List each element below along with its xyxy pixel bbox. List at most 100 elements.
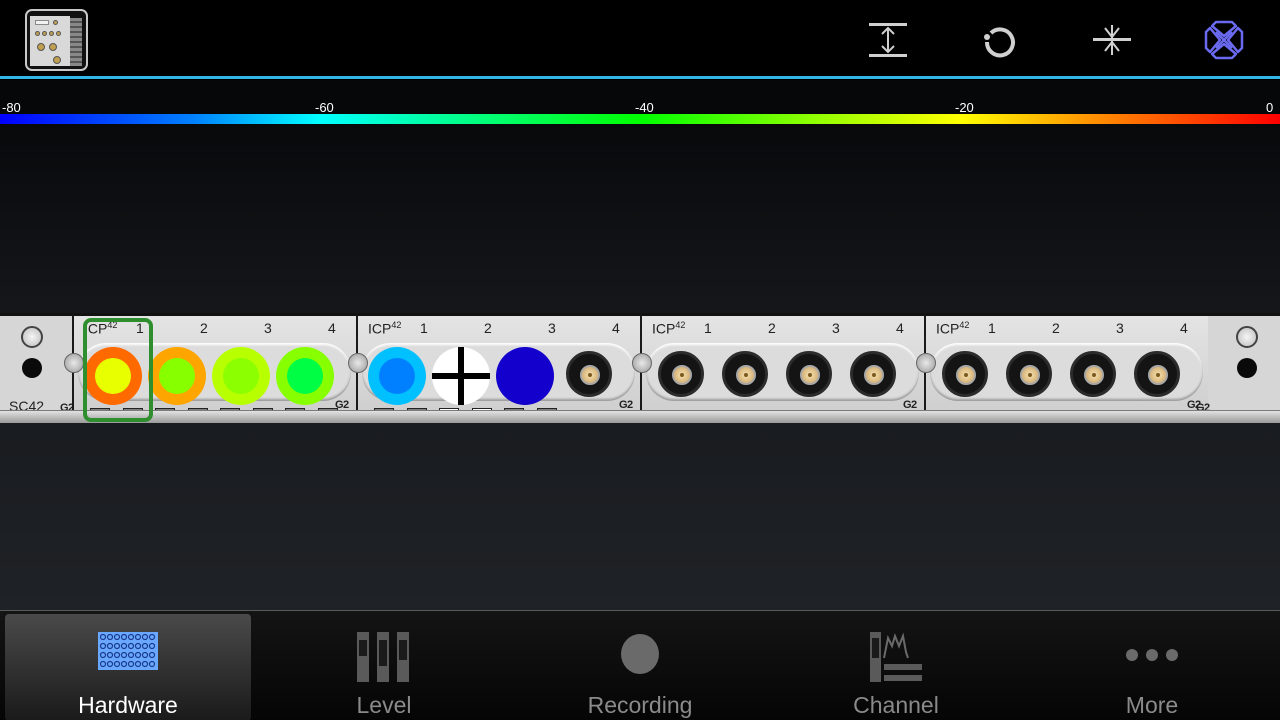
channel-number: 1 (420, 320, 428, 336)
module-name-main: ICP (84, 320, 108, 337)
module-screw-icon (916, 353, 936, 373)
channel-level-indicator[interactable] (148, 347, 206, 405)
channel-number: 4 (1180, 320, 1188, 336)
channel-number: 1 (136, 320, 144, 336)
hex-screw-icon (21, 326, 43, 348)
nav-more[interactable]: More (1029, 614, 1275, 720)
mount-hole (22, 358, 42, 378)
colorbar-tick: -20 (955, 100, 974, 115)
device-dot (53, 56, 61, 64)
channel-level-inner (287, 358, 323, 394)
colorbar-tick: -40 (635, 100, 654, 115)
channel-number: 3 (264, 320, 272, 336)
left-end-cap: SC42 G2 (0, 313, 74, 414)
channel-level-indicator[interactable] (368, 347, 426, 405)
module-screw-icon (348, 353, 368, 373)
bnc-connector[interactable] (1070, 351, 1116, 397)
colorbar-tick: -80 (2, 100, 21, 115)
bnc-connector[interactable] (942, 351, 988, 397)
hardware-grid-icon (98, 632, 158, 675)
bnc-connector[interactable] (1006, 351, 1052, 397)
channel-number: 2 (768, 320, 776, 336)
more-dots-icon (1125, 648, 1179, 667)
rack-rail (0, 410, 1280, 423)
channel-level-inner (223, 358, 259, 394)
channel-number: 4 (328, 320, 336, 336)
channel-number: 1 (988, 320, 996, 336)
channel-number: 2 (1052, 320, 1060, 336)
bnc-connector[interactable] (786, 351, 832, 397)
refresh-icon (984, 27, 1015, 58)
device-dot (56, 31, 61, 36)
connector-pin (580, 365, 600, 385)
nav-recording[interactable]: Recording (517, 614, 763, 720)
module-screw-icon (632, 353, 652, 373)
module-name-main: ICP (368, 320, 392, 337)
connector-pin (800, 365, 820, 385)
device-dot (42, 31, 47, 36)
module-name-sup: 42 (959, 320, 970, 330)
right-end-cap: G2 (1196, 313, 1280, 414)
channel-level-indicator[interactable] (212, 347, 270, 405)
module-screw-icon (64, 353, 84, 373)
channel-level-indicator[interactable] (84, 347, 142, 405)
compress-icon (1093, 25, 1131, 55)
collapse-button[interactable] (1090, 18, 1134, 62)
bnc-connector[interactable] (1134, 351, 1180, 397)
module-name: ICP42 (368, 320, 401, 337)
module-name: ICP42 (652, 320, 685, 337)
device-thumbnail-button[interactable] (25, 9, 88, 71)
bnc-connector[interactable] (850, 351, 896, 397)
connector-pin (1084, 365, 1104, 385)
channel-number: 4 (896, 320, 904, 336)
device-dot (49, 43, 57, 51)
colorbar-tick: 0 (1266, 100, 1274, 115)
bnc-connector[interactable] (722, 351, 768, 397)
colorbar-gradient (0, 114, 1280, 124)
module-name-main: ICP (652, 320, 676, 337)
channel-number: 3 (548, 320, 556, 336)
nav-hardware[interactable]: Hardware (5, 614, 251, 720)
bottom-navigation: Hardware Level Recording Channel More (0, 610, 1280, 720)
fit-height-button[interactable] (866, 18, 910, 62)
module-name: ICP42 (84, 320, 117, 337)
channel-level-inner (95, 358, 131, 394)
device-dot (49, 31, 54, 36)
channel-level-indicator[interactable] (496, 347, 554, 405)
app-root: -80 -60 -40 -20 0 SC42 G2 ICP42 1 2 3 4 G2 ICP… (0, 0, 1280, 720)
mount-hole (1237, 358, 1257, 378)
module-name-sup: 42 (675, 320, 686, 330)
nav-level[interactable]: Level (261, 614, 507, 720)
icp-module: ICP42 1 2 3 4 G2 (64, 313, 357, 423)
connector-pin (864, 365, 884, 385)
connector-pin (672, 365, 692, 385)
connector-pin (1020, 365, 1040, 385)
nav-channel[interactable]: Channel (773, 614, 1019, 720)
x-cluster-icon (1204, 20, 1244, 60)
bnc-connector[interactable] (566, 351, 612, 397)
device-dot (53, 20, 58, 25)
channel-number: 2 (484, 320, 492, 336)
fit-vertical-icon (869, 23, 907, 57)
channel-level-indicator[interactable] (276, 347, 334, 405)
connector-pin (736, 365, 756, 385)
cluster-button[interactable] (1202, 18, 1246, 62)
channel-number: 4 (612, 320, 620, 336)
device-rail (70, 18, 82, 66)
toolbar-divider (0, 76, 1280, 79)
module-name-sup: 42 (391, 320, 402, 330)
icp-module: ICP42 1 2 3 4 G2 (632, 313, 925, 423)
module-name-sup: 42 (107, 320, 118, 330)
crosshair-vertical (458, 347, 464, 405)
channel-level-inner (507, 358, 543, 394)
connector-pin (1148, 365, 1168, 385)
channel-crosshair-indicator[interactable] (432, 347, 490, 405)
nav-label: Channel (853, 692, 939, 718)
reset-button[interactable] (977, 18, 1021, 62)
channel-number: 1 (704, 320, 712, 336)
hex-screw-icon (1236, 326, 1258, 348)
nav-label: More (1125, 692, 1179, 718)
module-name: ICP42 (936, 320, 969, 337)
device-rack: SC42 G2 ICP42 1 2 3 4 G2 ICP42 1 2 3 4 G2 ICP42 1 2 3 4 G… (0, 313, 1280, 423)
bnc-connector[interactable] (658, 351, 704, 397)
